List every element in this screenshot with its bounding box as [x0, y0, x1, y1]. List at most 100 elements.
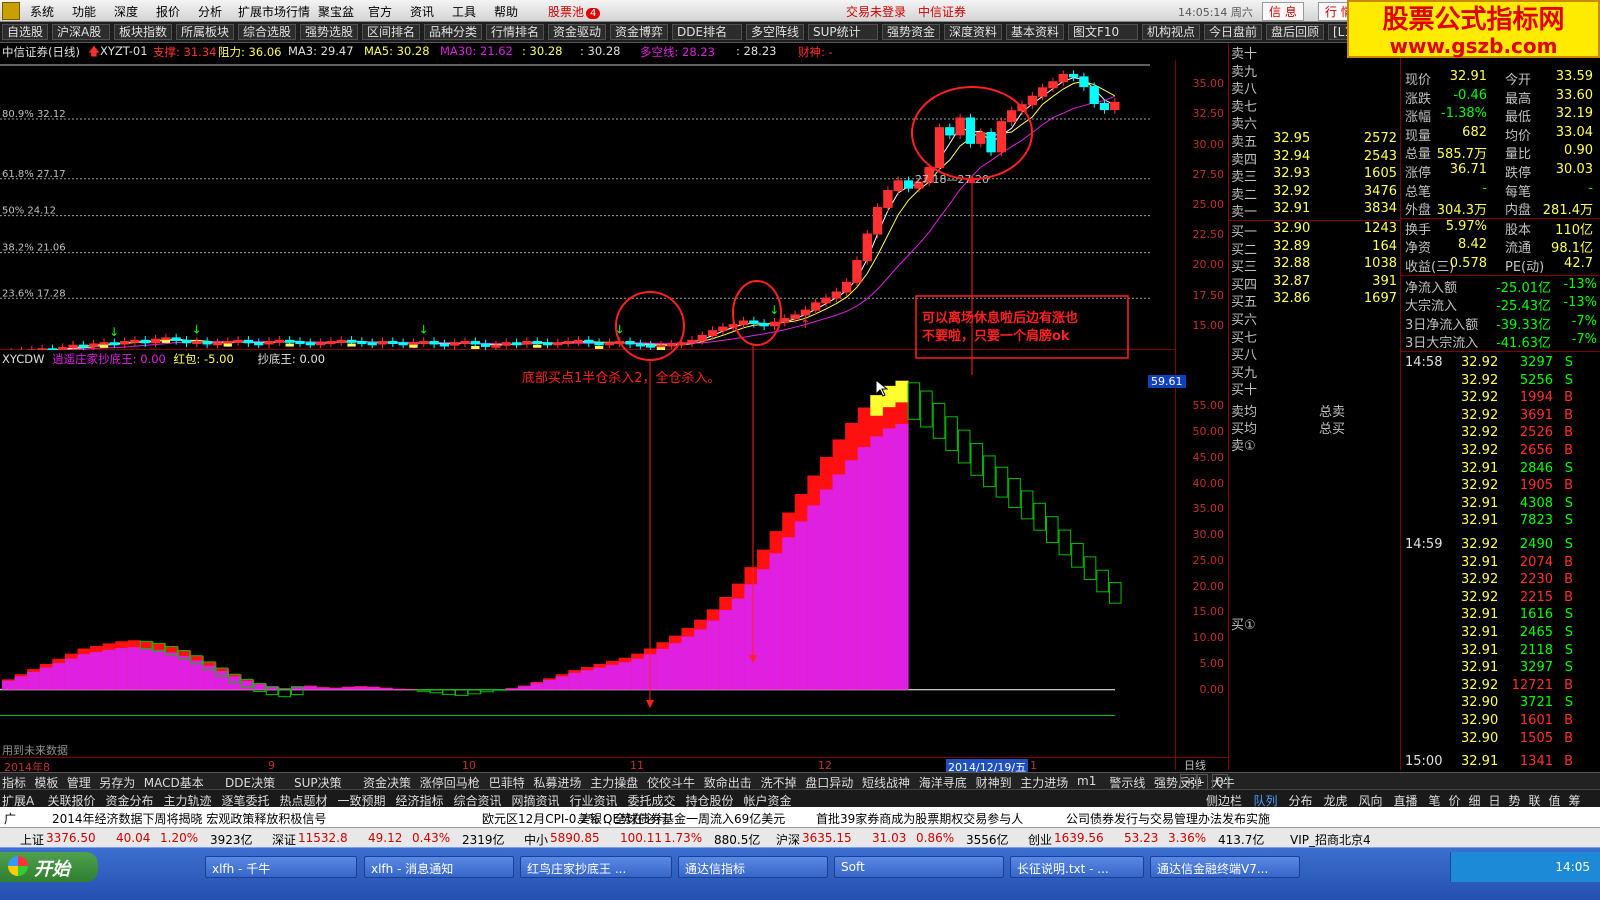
tick-side: B — [1564, 478, 1573, 494]
sell-row-4[interactable]: 卖四 32.94 2543 — [1231, 148, 1399, 168]
index-name[interactable]: 创业 — [1028, 831, 1052, 848]
sell-price: 32.94 — [1273, 148, 1311, 164]
news-item[interactable]: 美银：全球债券基金一周流入69亿美元 — [578, 810, 785, 827]
index-name[interactable]: 上证 — [20, 831, 44, 848]
toolbar-button[interactable]: 盘后回顾 — [1266, 24, 1324, 40]
taskbar-task[interactable]: 红鸟庄家抄底王 ... — [520, 856, 672, 878]
watermark-title: 股票公式指标网 — [1382, 5, 1565, 35]
sell-level-label: 卖一 — [1231, 205, 1258, 221]
index-pct: 0.43% — [412, 831, 451, 845]
quote-value: 33.59 — [1555, 69, 1593, 84]
sell-row-9[interactable]: 卖九 — [1231, 61, 1399, 80]
tick-volume: 1994 — [1519, 390, 1553, 406]
sell-level-label: 卖六 — [1231, 117, 1258, 133]
sell-row-2[interactable]: 卖二 32.92 3476 — [1231, 184, 1399, 203]
taskbar-task[interactable]: 通达信金融终端V7... — [1150, 856, 1300, 878]
sell-row-5[interactable]: 卖五 32.95 2572 — [1231, 131, 1399, 150]
taskbar-task[interactable]: 通达信指标 — [678, 856, 828, 878]
tick-time: 14:58 — [1405, 355, 1443, 370]
flow-pct: -13% — [1563, 276, 1597, 292]
index-name[interactable]: 深证 — [272, 831, 296, 848]
server-name: VIP_招商北京4 — [1290, 833, 1371, 847]
tick-row: 32.90 1601 B — [1405, 713, 1597, 730]
taskbar-task[interactable]: 长征说明.txt - ... — [1010, 856, 1144, 878]
quote-label: 内盘 — [1505, 203, 1532, 219]
quote-label: 流通 — [1505, 241, 1532, 257]
tick-price: 32.92 — [1461, 677, 1499, 693]
quote-value: 304.3万 — [1436, 203, 1487, 219]
news-item[interactable]: 公司债券发行与交易管理办法发布实施 — [1066, 810, 1270, 827]
tray-clock[interactable]: 14:05 — [1450, 852, 1600, 882]
flow-pct: -13% — [1563, 295, 1597, 311]
buy-row-10[interactable]: 买十 — [1231, 379, 1399, 398]
buy-volume: 164 — [1372, 238, 1397, 254]
index-name[interactable]: 中小 — [524, 831, 548, 848]
tick-volume: 2490 — [1519, 537, 1553, 552]
taskbar-task[interactable]: Soft — [834, 856, 1004, 878]
buy-annotation-text: 底部买点1半仓杀入2，全仓杀入。 — [522, 370, 721, 386]
index-name[interactable]: 沪深 — [776, 831, 800, 848]
quote-label: 涨跌 — [1405, 91, 1432, 107]
buy-row-8[interactable]: 买八 — [1231, 344, 1399, 364]
zoom-button[interactable]: 0 — [1212, 774, 1228, 790]
quote-row: 现价 32.91 今开 33.59 — [1405, 69, 1597, 88]
buy-row-2[interactable]: 买二 32.89 164 — [1231, 238, 1399, 258]
quote-label: 涨停 — [1405, 166, 1432, 181]
sell-row-6[interactable]: 卖六 — [1231, 113, 1399, 133]
buy-arrowhead-1 — [646, 700, 654, 708]
info-tab[interactable]: 信 息 — [1262, 2, 1304, 21]
sell-level-label: 卖五 — [1231, 135, 1258, 150]
index-change: 100.11 — [620, 831, 662, 845]
news-item[interactable]: 广 — [4, 810, 16, 827]
sell-row-8[interactable]: 卖八 — [1231, 78, 1399, 98]
quote-panel: 现价 32.91 今开 33.59 涨跌 -0.46 最高 33.60 涨幅 -1.38% 最低 32… — [1400, 43, 1600, 787]
sell-price: 32.93 — [1273, 166, 1311, 182]
buy-row-5[interactable]: 买五 32.86 1697 — [1231, 291, 1399, 310]
buy-level-label: 买九 — [1231, 365, 1258, 381]
zoom-button[interactable]: - — [1196, 774, 1209, 790]
sell-row-3[interactable]: 卖三 32.93 1605 — [1231, 166, 1399, 186]
tick-price: 32.92 — [1461, 425, 1499, 441]
sell-row-7[interactable]: 卖七 — [1231, 96, 1399, 115]
sell-level-label: 卖八 — [1231, 82, 1258, 98]
index-amount: 413.7亿 — [1218, 833, 1265, 847]
flow-label: 大宗流入 — [1405, 299, 1458, 315]
buy-row-3[interactable]: 买三 32.88 1038 — [1231, 256, 1399, 275]
site-watermark: 股票公式指标网 www.gszb.com — [1347, 0, 1600, 58]
quote-label: 外盘 — [1405, 203, 1432, 219]
sell-level-label: 卖七 — [1231, 99, 1258, 115]
quote-label: PE(动) — [1505, 260, 1545, 275]
news-item[interactable]: 首批39家券商成为股票期权交易参与人 — [816, 810, 1023, 827]
tick-price: 32.91 — [1461, 554, 1499, 570]
sell-level-label: 卖三 — [1231, 170, 1258, 186]
buy-row-9[interactable]: 买九 — [1231, 362, 1399, 381]
buy-row-4[interactable]: 买四 32.87 391 — [1231, 274, 1399, 293]
buy-row-6[interactable]: 买六 — [1231, 309, 1399, 328]
annotation-overlay: 底部买点1半仓杀入2，全仓杀入。 可以离场休息啦后边有涨也不要啦，只要一个肩膀ok — [522, 86, 1129, 708]
buy-level-label: 买四 — [1231, 277, 1258, 293]
quote-label: 总笔 — [1405, 184, 1432, 200]
index-value: 3635.15 — [802, 831, 852, 845]
tick-row: 14:58 32.92 3297 S — [1405, 355, 1597, 372]
sell-row-1[interactable]: 卖一 32.91 3834 — [1231, 201, 1399, 221]
quote-label: 总量 — [1405, 147, 1432, 163]
tick-price: 32.91 — [1461, 642, 1499, 658]
tick-price: 32.92 — [1461, 390, 1499, 406]
tick-volume: 3297 — [1519, 355, 1553, 370]
buy-queue-marker[interactable]: 买① — [1231, 614, 1256, 633]
news-item[interactable]: 2014年经济数据下周将揭晓 宏观政策释放积极信号 — [52, 810, 326, 827]
flow-value: -41.63亿 — [1496, 336, 1551, 352]
indicator-tab[interactable]: m1 — [1077, 774, 1096, 788]
mouse-cursor-icon — [875, 378, 889, 397]
buy-row-7[interactable]: 买七 — [1231, 327, 1399, 346]
sell-queue-marker[interactable]: 卖① — [1231, 435, 1256, 454]
taskbar-task[interactable]: xlfh - 千牛 — [205, 856, 357, 878]
sell-price: 32.95 — [1273, 131, 1311, 146]
taskbar-task[interactable]: xlfh - 消息通知 — [364, 856, 514, 878]
buy-level-label: 买八 — [1231, 348, 1258, 364]
quote-value: 8.42 — [1458, 237, 1487, 253]
buy-row-1[interactable]: 买一 32.90 1243 — [1231, 221, 1399, 240]
tick-row: 32.91 2074 B — [1405, 555, 1597, 572]
tick-price: 32.92 — [1461, 589, 1499, 605]
tick-price: 32.90 — [1461, 730, 1499, 746]
